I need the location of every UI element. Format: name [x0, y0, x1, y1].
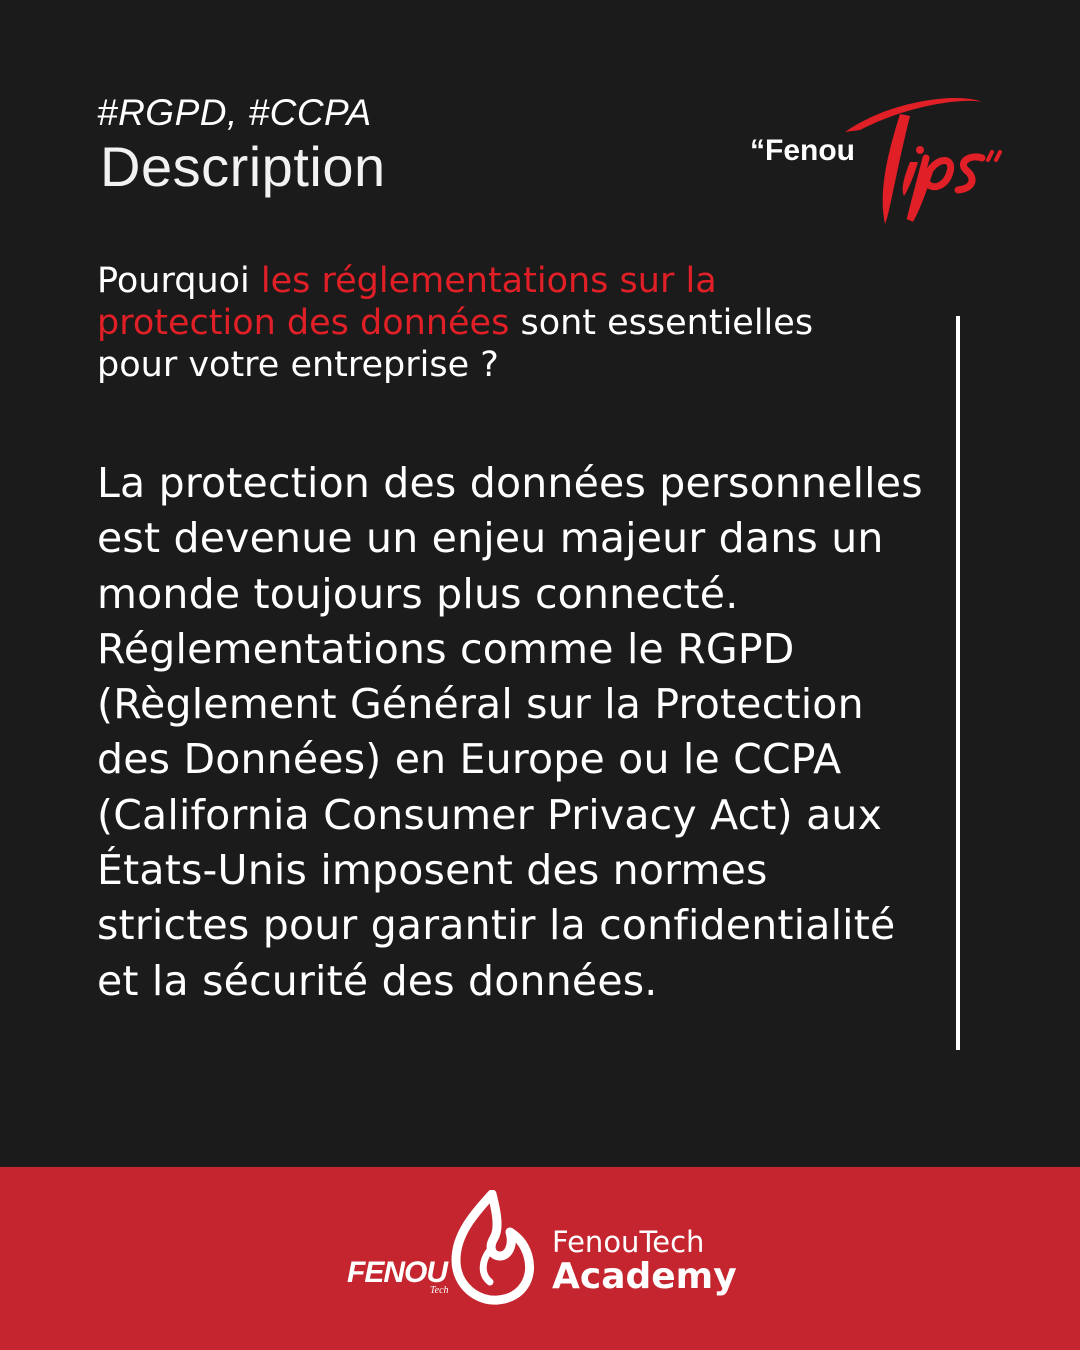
body-paragraph: La protection des données personnelles e… — [97, 459, 923, 1005]
academy-name: FenouTech Academy — [552, 1226, 737, 1296]
fenoutech-logo: FENOU Tech — [344, 1190, 544, 1310]
vertical-divider — [956, 316, 960, 1050]
question-part1: Pourquoi — [97, 261, 261, 301]
hashtags: #RGPD, #CCPA — [97, 92, 372, 133]
fenou-tips-logo: “Fenou — [750, 92, 1020, 232]
academy-line1: FenouTech — [552, 1225, 705, 1259]
fenou-word: “Fenou — [750, 134, 855, 167]
academy-line2: Academy — [552, 1256, 737, 1297]
question-heading: Pourquoi les réglementations sur la prot… — [97, 260, 897, 386]
logo-sub: Tech — [430, 1285, 449, 1296]
flame-icon — [451, 1190, 534, 1305]
section-title: Description — [100, 135, 386, 198]
